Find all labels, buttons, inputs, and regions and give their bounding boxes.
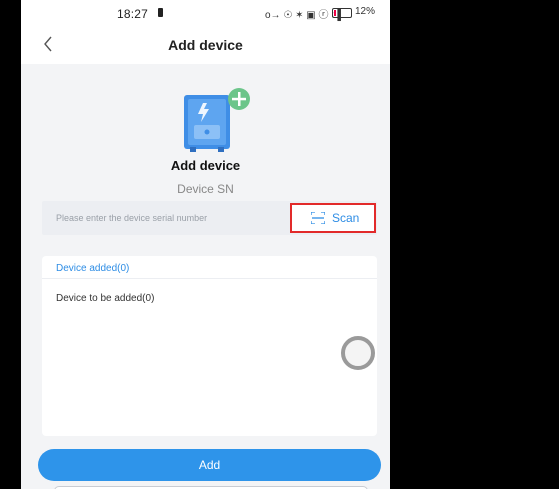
- floating-assistant-button[interactable]: [341, 336, 375, 370]
- tab-device-added[interactable]: Device added(0): [56, 263, 129, 274]
- scan-label: Scan: [332, 211, 360, 225]
- device-list-card: Device added(0) Device to be added(0): [42, 256, 377, 436]
- status-bar: 18:27 o→ ☉ ✶ ▣ ⓡ ∶▐ 12%: [21, 0, 390, 26]
- battery-level: 12%: [355, 6, 376, 17]
- device-add-illustration: [176, 87, 256, 157]
- serial-number-row: Scan: [42, 201, 377, 235]
- add-button[interactable]: Add: [38, 449, 381, 481]
- notification-icon: [158, 8, 163, 17]
- scan-button[interactable]: Scan: [290, 203, 376, 233]
- phone-screen: 18:27 o→ ☉ ✶ ▣ ⓡ ∶▐ 12% Add device Add d…: [21, 0, 390, 489]
- divider: [42, 278, 377, 279]
- status-time: 18:27: [117, 7, 149, 21]
- nav-bar: Add device: [21, 26, 390, 64]
- screenshot-frame: 18:27 o→ ☉ ✶ ▣ ⓡ ∶▐ 12% Add device Add d…: [0, 0, 559, 489]
- serial-number-input[interactable]: [42, 201, 301, 235]
- page-title: Add device: [168, 37, 243, 53]
- scan-frame-icon: [311, 212, 325, 224]
- battery-icon: [332, 8, 352, 18]
- device-sn-label: Device SN: [177, 182, 234, 196]
- tab-device-to-be-added[interactable]: Device to be added(0): [56, 293, 154, 304]
- device-heading: Add device: [170, 158, 241, 173]
- status-icons: o→ ☉ ✶ ▣ ⓡ ∶▐: [265, 10, 341, 21]
